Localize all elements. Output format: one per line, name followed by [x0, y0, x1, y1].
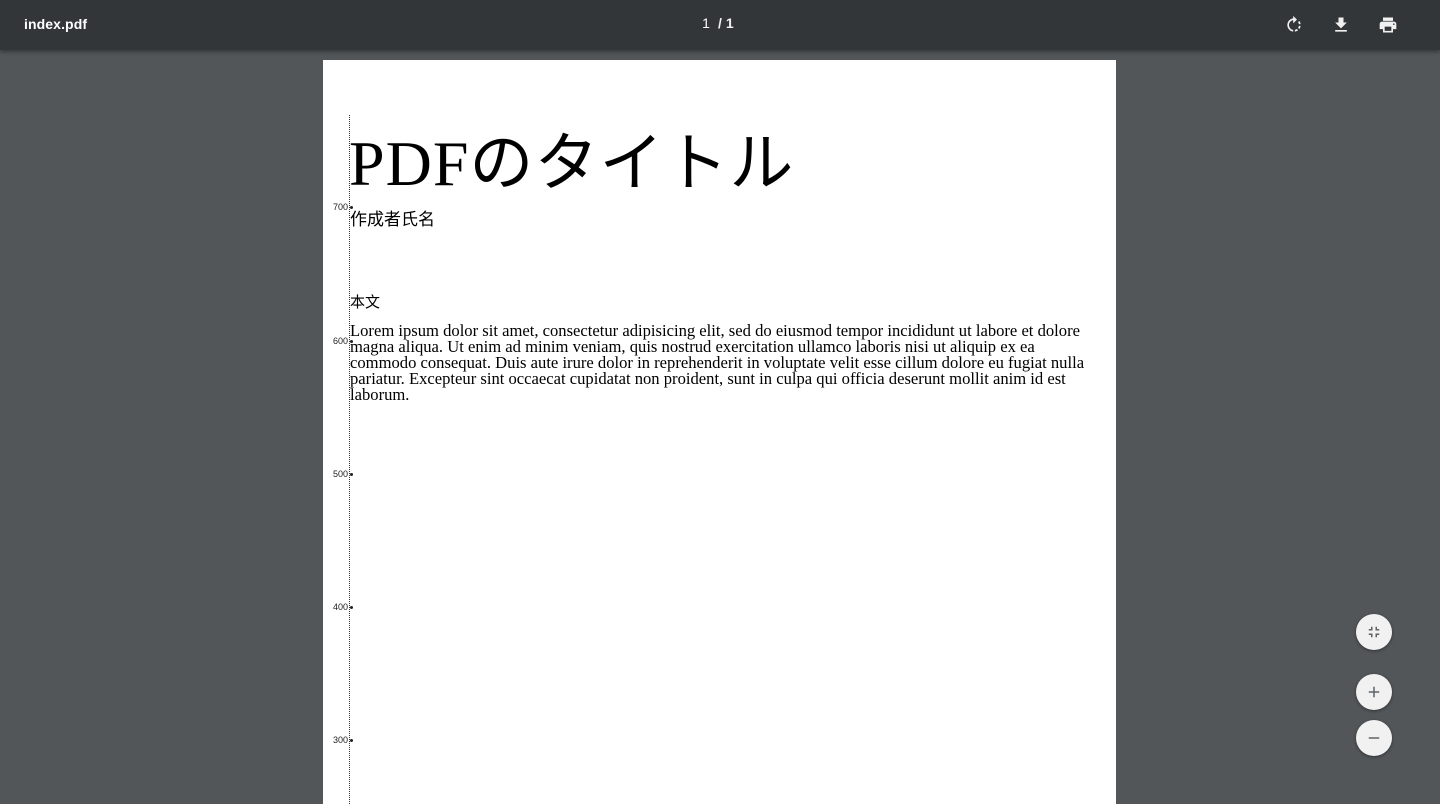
pdf-toolbar: index.pdf 1 / 1 — [0, 0, 1440, 50]
plus-icon — [1368, 686, 1380, 698]
page-separator: / — [718, 15, 722, 31]
fit-to-page-button[interactable] — [1356, 614, 1392, 650]
zoom-in-button[interactable] — [1356, 674, 1392, 710]
ruler-tick: 300 — [323, 735, 353, 745]
print-icon — [1379, 17, 1397, 33]
page-number-input[interactable]: 1 — [700, 15, 712, 31]
pdf-title: PDFのタイトル — [349, 128, 795, 199]
page-total: 1 — [725, 15, 734, 31]
download-button[interactable] — [1325, 9, 1357, 41]
minus-icon — [1368, 737, 1380, 739]
pdf-body-text: Lorem ipsum dolor sit amet, consectetur … — [350, 321, 1085, 404]
page-indicator: 1 / 1 — [700, 15, 734, 31]
zoom-out-button[interactable] — [1356, 720, 1392, 756]
print-button[interactable] — [1372, 9, 1404, 41]
pdf-author: 作成者氏名 — [350, 210, 435, 230]
ruler-tick: 400 — [323, 602, 353, 612]
pdf-viewer[interactable]: 700 600 500 400 300 PDFのタイトル 作成者氏名 本文 Lo… — [0, 50, 1440, 804]
document-title: index.pdf — [24, 16, 88, 32]
ruler-tick: 500 — [323, 469, 353, 479]
fit-to-page-icon — [1368, 626, 1380, 638]
pdf-body-heading: 本文 — [350, 293, 381, 311]
rotate-button[interactable] — [1278, 9, 1310, 41]
download-icon — [1335, 17, 1347, 32]
ruler-tick: 600 — [323, 336, 353, 346]
pdf-page: 700 600 500 400 300 PDFのタイトル 作成者氏名 本文 Lo… — [323, 60, 1116, 804]
rotate-icon — [1287, 15, 1301, 32]
